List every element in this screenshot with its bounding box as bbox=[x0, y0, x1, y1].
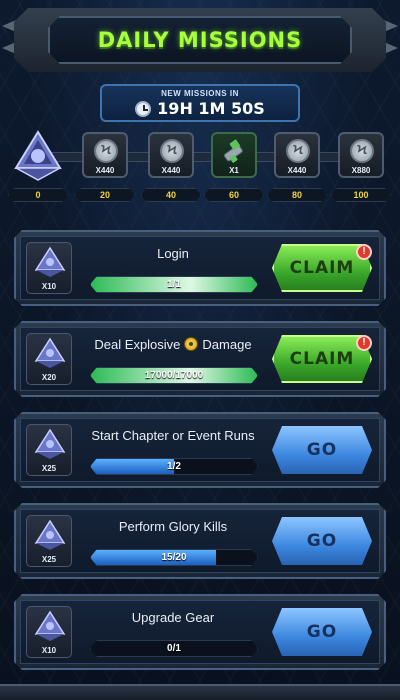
button-label: CLAIM bbox=[289, 349, 355, 369]
reward-qty: X20 bbox=[41, 373, 57, 382]
reward-qty: X25 bbox=[41, 464, 57, 473]
mission-reward: X25 bbox=[26, 424, 72, 476]
progress-text: 1/2 bbox=[167, 461, 181, 472]
reward-qty: X10 bbox=[41, 646, 57, 655]
crystal-icon bbox=[12, 130, 64, 182]
frame-spike bbox=[2, 42, 16, 54]
crystal-icon bbox=[33, 246, 67, 278]
go-button[interactable]: GO bbox=[272, 608, 372, 656]
mission-reward: X25 bbox=[26, 515, 72, 567]
bottom-frame bbox=[0, 684, 400, 700]
title-plate: DAILY MISSIONS bbox=[48, 16, 352, 64]
alert-badge: ! bbox=[356, 335, 372, 351]
frame-spike bbox=[384, 20, 398, 32]
threshold-label: 100 bbox=[331, 188, 391, 202]
button-label: GO bbox=[306, 622, 338, 642]
frame-spike bbox=[2, 20, 16, 32]
progress-text: 0/1 bbox=[167, 643, 181, 654]
gear-icon bbox=[221, 138, 249, 166]
alert-badge: ! bbox=[356, 244, 372, 260]
threshold-label: 0 bbox=[8, 188, 68, 202]
mission-title: Upgrade Gear bbox=[131, 610, 215, 625]
go-button[interactable]: GO bbox=[272, 517, 372, 565]
mission-title: Perform Glory Kills bbox=[118, 519, 228, 534]
progress-text: 1/1 bbox=[167, 279, 181, 290]
crystal-icon bbox=[33, 337, 67, 369]
coin-icon bbox=[350, 139, 374, 163]
mission-card: X10 Login 1/1 CLAIM bbox=[14, 230, 386, 306]
coin-icon bbox=[160, 139, 184, 163]
button-label: GO bbox=[306, 440, 338, 460]
coin-icon bbox=[286, 139, 310, 163]
threshold-label: 80 bbox=[267, 188, 327, 202]
mission-title-part: Deal Explosive bbox=[94, 337, 181, 352]
timer-label: NEW MISSIONS IN bbox=[161, 89, 239, 98]
track-reward[interactable]: X1 bbox=[211, 132, 257, 178]
track-reward[interactable]: X440 bbox=[274, 132, 320, 178]
crystal-icon bbox=[33, 610, 67, 642]
mission-title: Deal Explosive Damage bbox=[78, 337, 268, 352]
threshold-label: 40 bbox=[141, 188, 201, 202]
reward-qty: X1 bbox=[229, 166, 239, 175]
progress-bar: 1/1 bbox=[90, 276, 258, 293]
refresh-timer: NEW MISSIONS IN 19H 1M 50S bbox=[100, 84, 300, 122]
button-label: GO bbox=[306, 531, 338, 551]
progress-bar: 1/2 bbox=[90, 458, 258, 475]
mission-card: X25 Start Chapter or Event Runs 1/2 GO bbox=[14, 412, 386, 488]
explosive-icon bbox=[184, 337, 198, 351]
progress-bar: 17000/17000 bbox=[90, 367, 258, 384]
crystal-icon bbox=[33, 428, 67, 460]
go-button[interactable]: GO bbox=[272, 426, 372, 474]
mission-reward: X20 bbox=[26, 333, 72, 385]
mission-card: X10 Upgrade Gear 0/1 GO bbox=[14, 594, 386, 670]
mission-reward: X10 bbox=[26, 606, 72, 658]
track-reward[interactable]: X880 bbox=[338, 132, 384, 178]
clock-icon bbox=[135, 100, 152, 117]
reward-qty: X440 bbox=[161, 166, 181, 175]
progress-text: 15/20 bbox=[161, 552, 187, 563]
crystal-icon bbox=[33, 519, 67, 551]
reward-qty: X880 bbox=[351, 166, 371, 175]
progress-bar: 15/20 bbox=[90, 549, 258, 566]
mission-title-part: Damage bbox=[202, 337, 252, 352]
reward-qty: X440 bbox=[287, 166, 307, 175]
frame-spike bbox=[384, 42, 398, 54]
progress-text: 17000/17000 bbox=[144, 370, 204, 381]
page-title: DAILY MISSIONS bbox=[97, 28, 303, 52]
reward-qty: X440 bbox=[95, 166, 115, 175]
mission-card: X20 Deal Explosive Damage 17000/17000 CLA… bbox=[14, 321, 386, 397]
track-reward[interactable]: X440 bbox=[82, 132, 128, 178]
reward-qty: X25 bbox=[41, 555, 57, 564]
reward-qty: X10 bbox=[41, 282, 57, 291]
timer-value: 19H 1M 50S bbox=[157, 99, 265, 118]
threshold-label: 60 bbox=[204, 188, 264, 202]
mission-card: X25 Perform Glory Kills 15/20 GO bbox=[14, 503, 386, 579]
mission-title: Login bbox=[157, 246, 189, 261]
track-reward[interactable]: X440 bbox=[148, 132, 194, 178]
mission-reward: X10 bbox=[26, 242, 72, 294]
button-label: CLAIM bbox=[289, 258, 355, 278]
progress-bar: 0/1 bbox=[90, 640, 258, 657]
mission-title: Start Chapter or Event Runs bbox=[91, 428, 255, 443]
threshold-label: 20 bbox=[75, 188, 135, 202]
coin-icon bbox=[94, 139, 118, 163]
